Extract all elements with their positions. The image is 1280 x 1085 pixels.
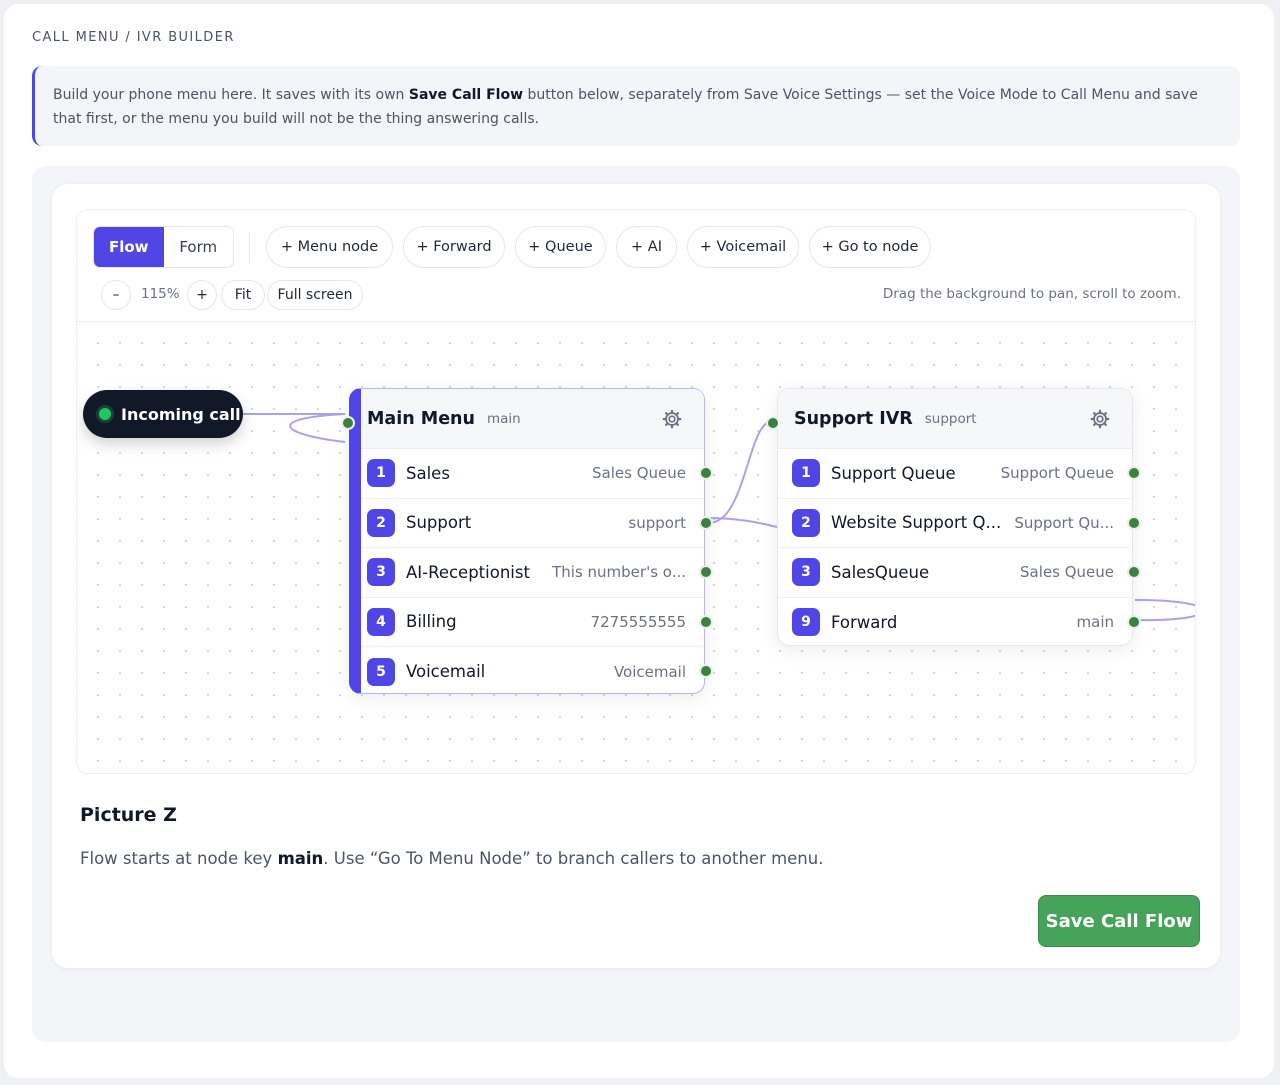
- option-label: Billing: [406, 612, 457, 632]
- menu-option-row[interactable]: 5 Voicemail Voicemail: [361, 647, 713, 697]
- zoom-out-button[interactable]: –: [101, 280, 131, 310]
- notice-text-bold: Save Call Flow: [408, 87, 524, 103]
- desc-text-bold: main: [277, 849, 324, 868]
- full-screen-button[interactable]: Full screen: [267, 280, 363, 310]
- desc-text-before: Flow starts at node key: [80, 849, 278, 868]
- input-port[interactable]: [341, 416, 355, 430]
- add-forward-button[interactable]: + Forward: [403, 226, 505, 268]
- digit-badge: 4: [367, 607, 395, 636]
- add-voicemail-button[interactable]: + Voicemail: [687, 226, 799, 268]
- menu-option-row[interactable]: 2 Support support: [361, 499, 713, 548]
- option-target: main: [1076, 613, 1114, 632]
- node-title: Support IVR: [794, 408, 913, 429]
- desc-text-after: . Use “Go To Menu Node” to branch caller…: [323, 849, 824, 868]
- node-support-ivr[interactable]: Support IVR support 1 Support Queue Supp: [766, 388, 1141, 648]
- view-mode-form[interactable]: Form: [164, 227, 234, 267]
- option-target: Voicemail: [613, 662, 686, 681]
- node-key: support: [924, 410, 977, 427]
- picture-description: Flow starts at node key main. Use “Go To…: [80, 849, 823, 868]
- gear-icon[interactable]: [662, 409, 682, 429]
- option-label: SalesQueue: [831, 562, 930, 582]
- menu-option-row[interactable]: 2 Website Support Q... Support Qu...: [778, 499, 1141, 548]
- menu-option-row[interactable]: 4 Billing 7275555555: [361, 598, 713, 647]
- digit-badge: 3: [792, 558, 820, 587]
- view-mode-toggle: Flow Form: [93, 226, 234, 268]
- option-label: Support Queue: [831, 463, 956, 483]
- picture-title: Picture Z: [80, 804, 177, 826]
- digit-badge: 1: [367, 459, 395, 488]
- output-port[interactable]: [699, 664, 713, 678]
- node-header[interactable]: Main Menu main: [361, 389, 704, 449]
- menu-option-row[interactable]: 1 Sales Sales Queue: [361, 449, 713, 499]
- section-title: CALL MENU / IVR BUILDER: [32, 30, 235, 45]
- output-port[interactable]: [699, 515, 713, 530]
- option-target: support: [628, 513, 686, 532]
- ivr-builder: Flow Form + Menu node + Forward + Queue …: [76, 209, 1196, 774]
- node-header[interactable]: Support IVR support: [778, 389, 1132, 449]
- output-port[interactable]: [1127, 614, 1141, 629]
- fit-button[interactable]: Fit: [221, 280, 265, 310]
- flow-canvas[interactable]: Incoming call Main Menu main 1 Sales Sal…: [77, 322, 1195, 773]
- view-mode-flow[interactable]: Flow: [94, 227, 164, 267]
- add-ai-button[interactable]: + AI: [616, 226, 677, 268]
- digit-badge: 9: [792, 608, 820, 637]
- option-target: Sales Queue: [1020, 563, 1114, 582]
- menu-option-row[interactable]: 9 Forward main: [778, 598, 1141, 648]
- option-label: AI-Receptionist: [406, 562, 530, 582]
- menu-option-row[interactable]: 1 Support Queue Support Queue: [778, 449, 1141, 499]
- digit-badge: 5: [367, 657, 395, 686]
- incoming-call-label: Incoming call: [121, 404, 241, 424]
- digit-badge: 2: [367, 508, 395, 537]
- option-label: Forward: [831, 612, 898, 632]
- zoom-level: 115%: [141, 286, 180, 302]
- digit-badge: 2: [792, 508, 820, 537]
- add-menu-node-button[interactable]: + Menu node: [266, 226, 393, 268]
- option-target: Sales Queue: [592, 464, 686, 483]
- option-label: Website Support Q...: [831, 513, 1002, 533]
- option-label: Sales: [406, 463, 450, 483]
- notice-text-before: Build your phone menu here. It saves wit…: [53, 87, 409, 103]
- digit-badge: 1: [792, 459, 820, 488]
- builder-toolbar: Flow Form + Menu node + Forward + Queue …: [77, 210, 1195, 322]
- output-port[interactable]: [699, 565, 713, 579]
- menu-option-row[interactable]: 3 AI-Receptionist This number's o...: [361, 548, 713, 598]
- digit-badge: 3: [367, 558, 395, 587]
- incoming-call-node[interactable]: Incoming call: [83, 390, 243, 438]
- add-go-to-node-button[interactable]: + Go to node: [809, 226, 931, 268]
- node-main-menu[interactable]: Main Menu main 1 Sales Sales Queue 2 Sup…: [341, 388, 713, 697]
- add-queue-button[interactable]: + Queue: [515, 226, 606, 268]
- option-target: Support Queue: [1000, 464, 1114, 483]
- toolbar-divider: [249, 232, 250, 262]
- option-target: 7275555555: [590, 612, 686, 631]
- option-label: Support: [406, 513, 472, 533]
- info-notice: Build your phone menu here. It saves wit…: [32, 66, 1240, 146]
- menu-option-row[interactable]: 3 SalesQueue Sales Queue: [778, 548, 1141, 598]
- live-indicator-icon: [99, 408, 111, 420]
- gear-icon[interactable]: [1090, 409, 1110, 429]
- node-title: Main Menu: [367, 408, 475, 429]
- output-port[interactable]: [699, 614, 713, 629]
- zoom-in-button[interactable]: +: [187, 280, 217, 310]
- output-port[interactable]: [1127, 565, 1141, 579]
- output-port[interactable]: [1127, 466, 1141, 480]
- output-port[interactable]: [699, 466, 713, 480]
- option-target: Support Qu...: [1014, 513, 1114, 532]
- save-call-flow-button[interactable]: Save Call Flow: [1038, 895, 1200, 947]
- option-target: This number's o...: [552, 563, 686, 582]
- option-label: Voicemail: [406, 662, 486, 682]
- output-port[interactable]: [1127, 515, 1141, 530]
- pan-zoom-hint: Drag the background to pan, scroll to zo…: [882, 286, 1181, 302]
- node-key: main: [486, 410, 521, 427]
